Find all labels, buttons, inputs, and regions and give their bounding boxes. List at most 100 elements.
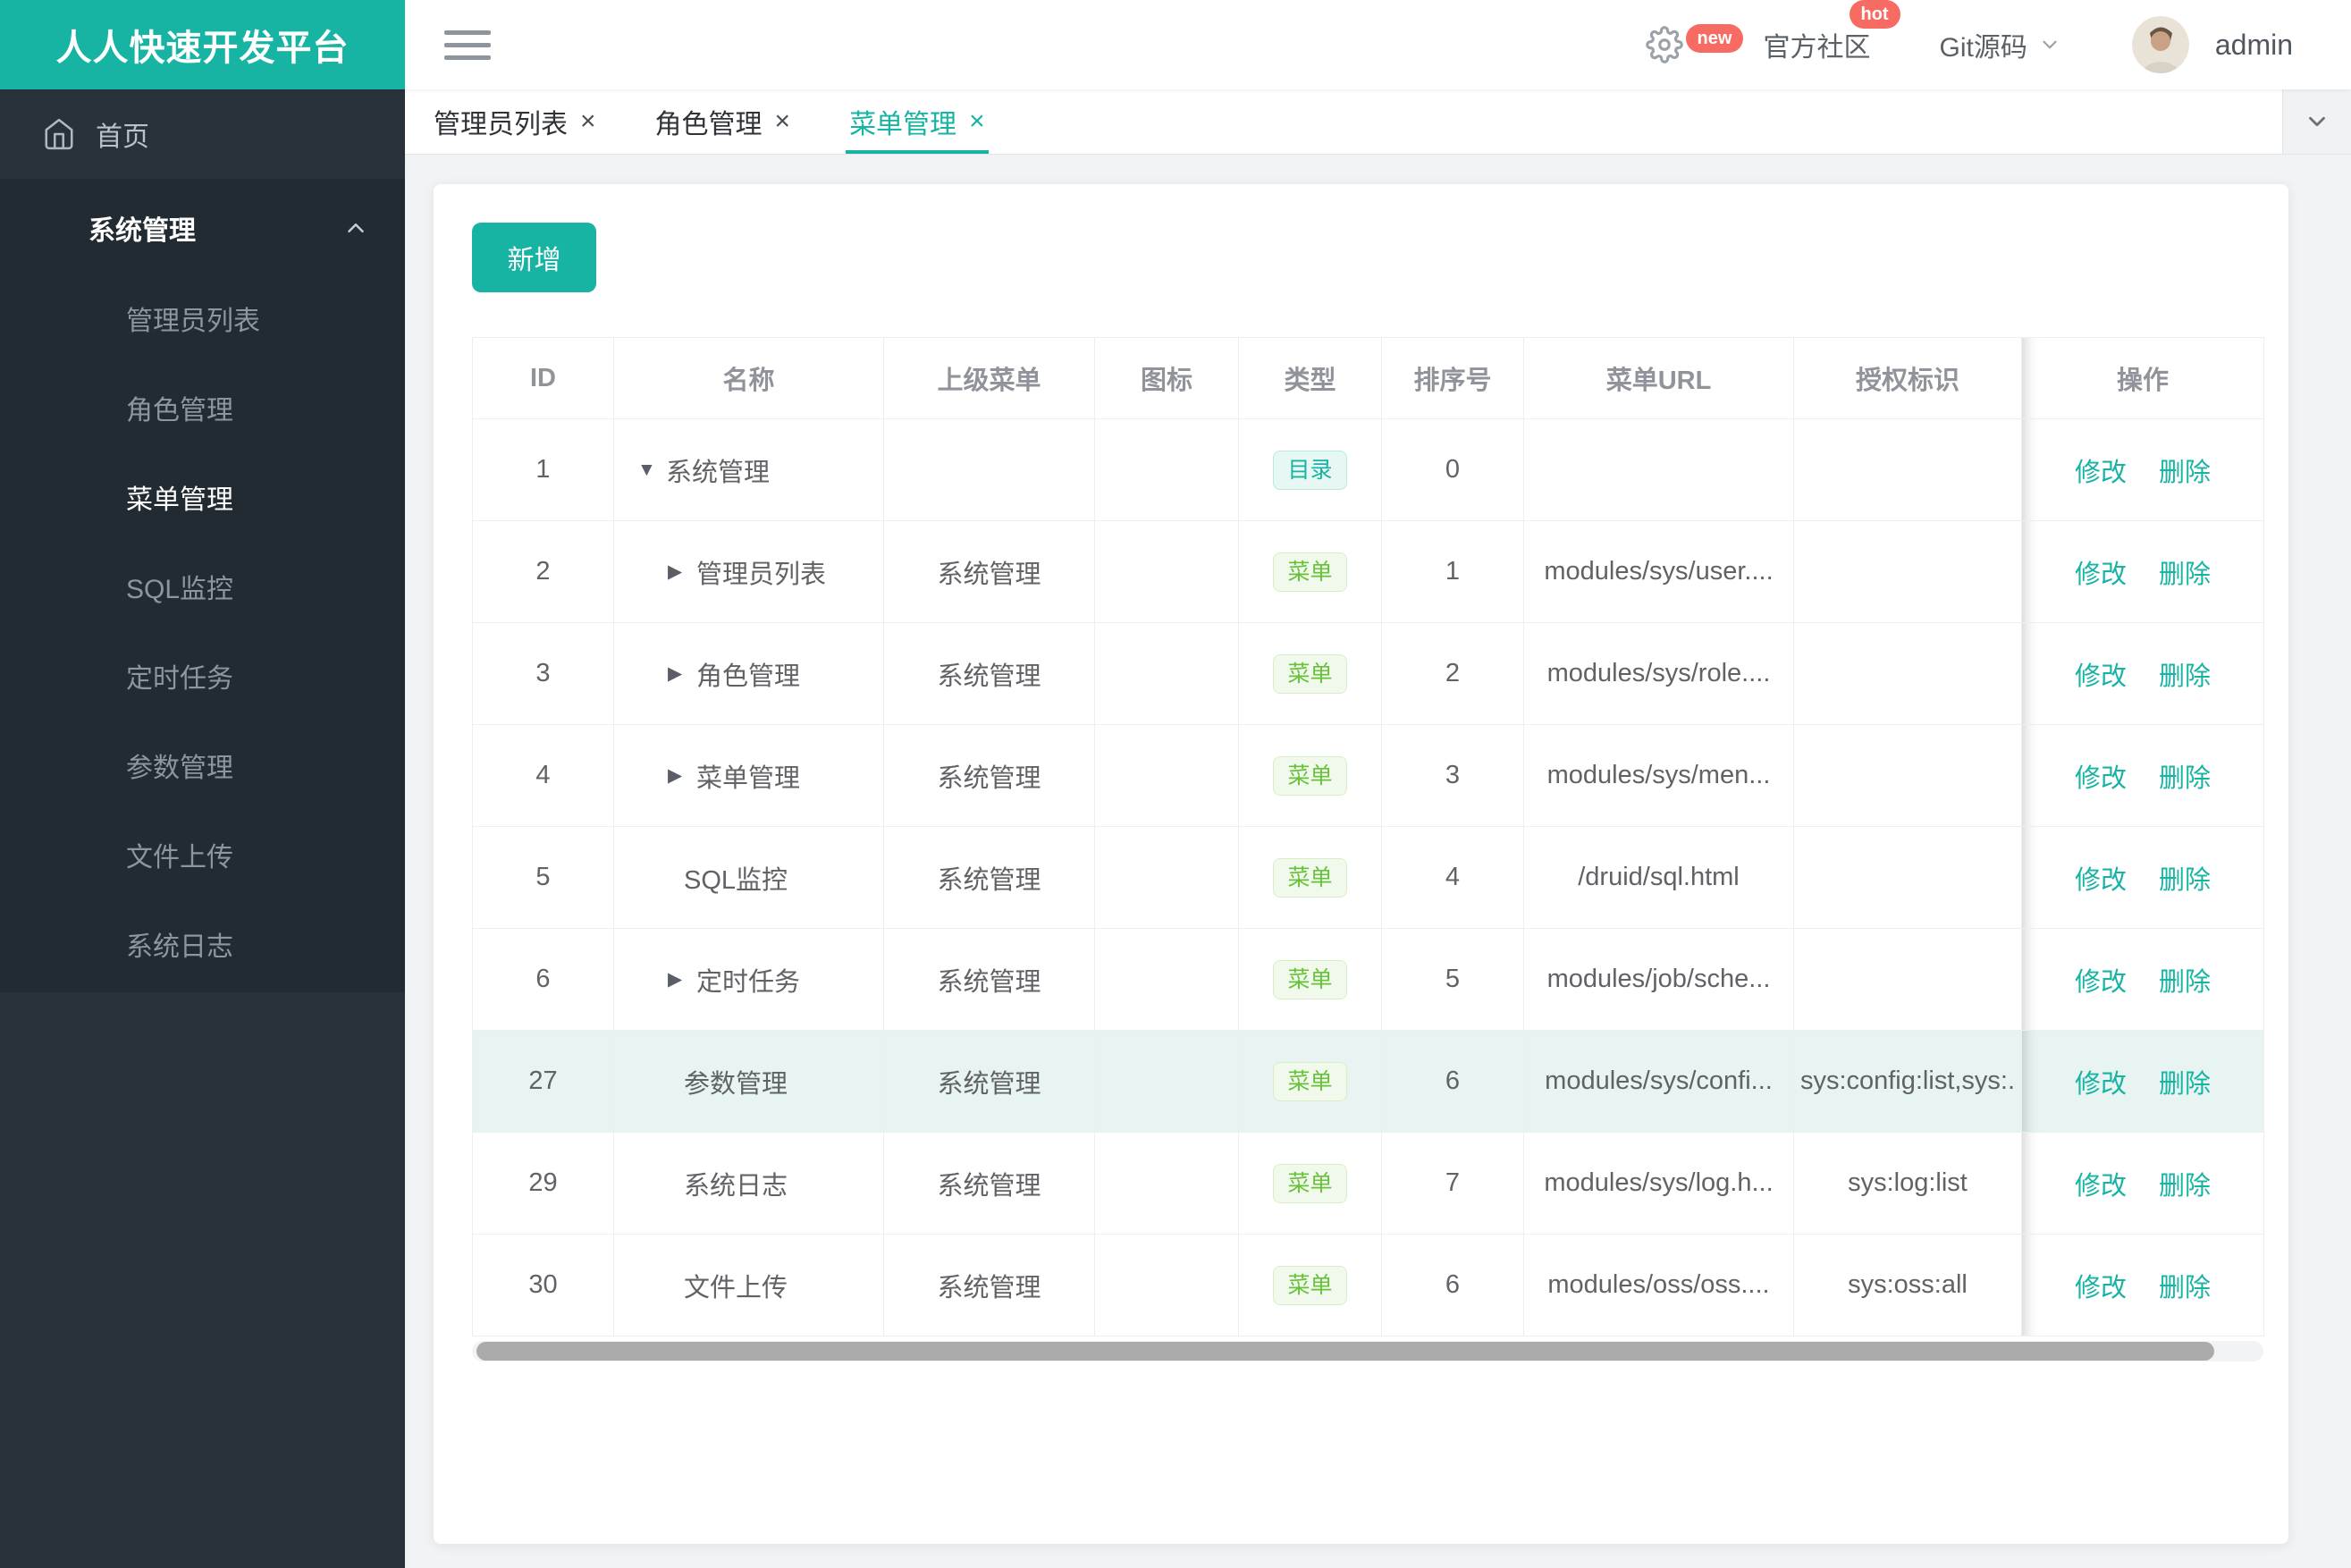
- app-logo: 人人快速开发平台: [0, 0, 405, 89]
- delete-link[interactable]: 删除: [2159, 764, 2211, 793]
- cell-id: 1: [472, 418, 614, 521]
- cell-id: 27: [472, 1030, 614, 1133]
- table-row: 27 参数管理 系统管理 菜单 6 modules/sys/confi... s…: [472, 1030, 2264, 1133]
- sidebar-item[interactable]: 角色管理: [0, 367, 405, 456]
- column-header: 上级菜单: [883, 337, 1095, 419]
- column-header: 排序号: [1381, 337, 1524, 419]
- edit-link[interactable]: 修改: [2075, 968, 2127, 997]
- cell-order: 4: [1381, 826, 1524, 929]
- edit-link[interactable]: 修改: [2075, 1274, 2127, 1302]
- scrollbar-thumb[interactable]: [476, 1342, 2214, 1361]
- cell-actions: 修改 删除: [2021, 1234, 2264, 1336]
- community-link[interactable]: 官方社区 hot: [1764, 0, 1900, 64]
- sidebar-item[interactable]: 定时任务: [0, 635, 405, 724]
- column-header: ID: [472, 337, 614, 419]
- sidebar-group-header[interactable]: 系统管理: [0, 179, 405, 277]
- cell-permission: [1793, 622, 2022, 725]
- cell-name: 系统日志: [613, 1132, 884, 1235]
- cell-icon: [1094, 1030, 1239, 1133]
- cell-order: 7: [1381, 1132, 1524, 1235]
- cell-name: ▶ 管理员列表: [613, 520, 884, 623]
- table-row: 5 SQL监控 系统管理 菜单 4 /druid/sql.html 修改 删除: [472, 826, 2264, 929]
- tab-close-icon[interactable]: ×: [580, 108, 596, 135]
- delete-link[interactable]: 删除: [2159, 1274, 2211, 1302]
- expand-icon[interactable]: ▶: [668, 968, 689, 991]
- sidebar-item-home[interactable]: 首页: [0, 89, 405, 179]
- cell-name: ▼ 系统管理: [613, 418, 884, 521]
- delete-link[interactable]: 删除: [2159, 866, 2211, 895]
- type-badge: 菜单: [1273, 1163, 1347, 1203]
- edit-link[interactable]: 修改: [2075, 1172, 2127, 1201]
- cell-actions: 修改 删除: [2021, 826, 2264, 929]
- cell-id: 4: [472, 724, 614, 827]
- tab[interactable]: 角色管理 ×: [655, 89, 791, 154]
- column-header: 图标: [1094, 337, 1239, 419]
- delete-link[interactable]: 删除: [2159, 459, 2211, 487]
- tab[interactable]: 管理员列表 ×: [434, 89, 596, 154]
- cell-menu-url: modules/job/sche...: [1523, 928, 1794, 1031]
- table-row: 6 ▶ 定时任务 系统管理 菜单 5 modules/job/sche... 修…: [472, 928, 2264, 1031]
- delete-link[interactable]: 删除: [2159, 1172, 2211, 1201]
- expand-icon[interactable]: ▶: [668, 764, 689, 787]
- username[interactable]: admin: [2215, 29, 2293, 62]
- cell-permission: sys:oss:all: [1793, 1234, 2022, 1336]
- edit-link[interactable]: 修改: [2075, 459, 2127, 487]
- delete-link[interactable]: 删除: [2159, 662, 2211, 691]
- sidebar-item[interactable]: 参数管理: [0, 724, 405, 814]
- edit-link[interactable]: 修改: [2075, 1070, 2127, 1099]
- cell-id: 3: [472, 622, 614, 725]
- content-card: 新增 ID 名称 上级菜单 图标 类型 排序号 菜单URL 授权标识 操作 1 ▼ 系统管理: [434, 184, 2288, 1544]
- cell-icon: [1094, 520, 1239, 623]
- cell-parent-menu: 系统管理: [883, 520, 1095, 623]
- table-row: 30 文件上传 系统管理 菜单 6 modules/oss/oss.... sy…: [472, 1234, 2264, 1336]
- tab-close-icon[interactable]: ×: [775, 108, 791, 135]
- tab-close-icon[interactable]: ×: [969, 108, 985, 135]
- menu-name: 系统日志: [684, 1171, 788, 1201]
- cell-menu-url: modules/sys/confi...: [1523, 1030, 1794, 1133]
- cell-actions: 修改 删除: [2021, 520, 2264, 623]
- table-row: 4 ▶ 菜单管理 系统管理 菜单 3 modules/sys/men... 修改…: [472, 724, 2264, 827]
- expand-icon[interactable]: ▼: [637, 459, 659, 481]
- avatar[interactable]: [2131, 16, 2189, 73]
- table-header-row: ID 名称 上级菜单 图标 类型 排序号 菜单URL 授权标识 操作: [472, 337, 2264, 419]
- table-row: 1 ▼ 系统管理 目录 0 修改 删除: [472, 418, 2264, 521]
- settings-button[interactable]: new: [1645, 24, 1744, 63]
- horizontal-scrollbar[interactable]: [472, 1341, 2263, 1361]
- cell-actions: 修改 删除: [2021, 724, 2264, 827]
- cell-name: 参数管理: [613, 1030, 884, 1133]
- menu-name: SQL监控: [684, 865, 788, 895]
- cell-menu-url: modules/oss/oss....: [1523, 1234, 1794, 1336]
- edit-link[interactable]: 修改: [2075, 662, 2127, 691]
- app-shell: 首页 系统管理 管理员列表 角色管理 菜单管理 SQL监控 定时任务 参数管理 文件上传 系统…: [0, 89, 2351, 1568]
- main-area: 管理员列表 × 角色管理 × 菜单管理 × 新增 ID 名称 上级菜单 图标 类型 排序号 菜单URL…: [405, 89, 2351, 1568]
- sidebar-item[interactable]: 菜单管理: [0, 456, 405, 545]
- type-badge: 菜单: [1273, 857, 1347, 898]
- tab-bar: 管理员列表 × 角色管理 × 菜单管理 ×: [405, 89, 2351, 155]
- edit-link[interactable]: 修改: [2075, 561, 2127, 589]
- expand-icon[interactable]: ▶: [668, 561, 689, 583]
- delete-link[interactable]: 删除: [2159, 968, 2211, 997]
- sidebar-item[interactable]: 文件上传: [0, 814, 405, 903]
- tabs-dropdown-button[interactable]: [2282, 89, 2351, 154]
- cell-type: 菜单: [1238, 1132, 1382, 1235]
- sidebar-item[interactable]: 管理员列表: [0, 277, 405, 367]
- tab-label: 管理员列表: [434, 110, 568, 139]
- table-row: 29 系统日志 系统管理 菜单 7 modules/sys/log.h... s…: [472, 1132, 2264, 1235]
- tab[interactable]: 菜单管理 ×: [846, 89, 989, 154]
- cell-menu-url: modules/sys/user....: [1523, 520, 1794, 623]
- chevron-down-icon: [2043, 40, 2057, 49]
- expand-icon[interactable]: ▶: [668, 662, 689, 685]
- git-source-link[interactable]: Git源码: [1940, 25, 2061, 64]
- delete-link[interactable]: 删除: [2159, 1070, 2211, 1099]
- edit-link[interactable]: 修改: [2075, 764, 2127, 793]
- add-button[interactable]: 新增: [472, 223, 596, 292]
- type-badge: 菜单: [1273, 1061, 1347, 1101]
- delete-link[interactable]: 删除: [2159, 561, 2211, 589]
- sidebar-toggle-icon[interactable]: [444, 30, 491, 60]
- cell-actions: 修改 删除: [2021, 622, 2264, 725]
- edit-link[interactable]: 修改: [2075, 866, 2127, 895]
- sidebar-item[interactable]: 系统日志: [0, 903, 405, 992]
- cell-parent-menu: 系统管理: [883, 1234, 1095, 1336]
- sidebar-item[interactable]: SQL监控: [0, 545, 405, 635]
- cell-type: 菜单: [1238, 622, 1382, 725]
